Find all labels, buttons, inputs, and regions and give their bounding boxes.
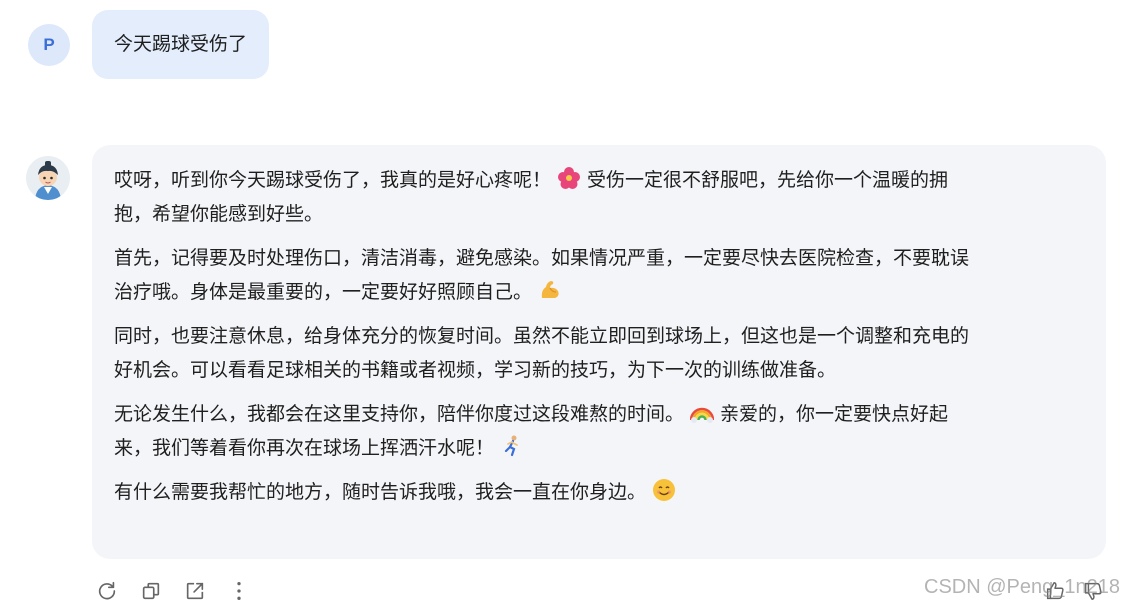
share-icon[interactable]: [180, 576, 210, 606]
paragraph-line: 首先，记得要及时处理伤口，清洁消毒，避免感染。如果情况严重，一定要尽快去医院检查…: [114, 247, 970, 269]
rainbow-emoji: [690, 407, 715, 423]
refresh-icon[interactable]: [92, 576, 122, 606]
bot-paragraph: 首先，记得要及时处理伤口，清洁消毒，避免感染。如果情况严重，一定要尽快去医院检查…: [114, 241, 1086, 309]
flexed-biceps-emoji: [541, 281, 559, 298]
message-action-toolbar: [92, 574, 254, 608]
more-icon[interactable]: [224, 576, 254, 606]
paragraph-line: 有什么需要我帮忙的地方，随时告诉我哦，我会一直在你身边。: [114, 481, 647, 503]
paragraph-line: 哎呀，听到你今天踢球受伤了，我真的是好心疼呢！: [114, 169, 552, 191]
paragraph-line: 无论发生什么，我都会在这里支持你，陪伴你度过这段难熬的时间。: [114, 403, 685, 425]
bot-paragraph: 有什么需要我帮忙的地方，随时告诉我哦，我会一直在你身边。: [114, 475, 1086, 509]
paragraph-line-continued: 亲爱的，你一定要快点好起: [720, 403, 949, 425]
csdn-watermark: CSDN @Peng_1n218: [924, 576, 1120, 598]
runner-emoji: [504, 435, 518, 457]
hibiscus-emoji: [558, 167, 581, 189]
paragraph-line: 治疗哦。身体是最重要的，一定要好好照顾自己。: [114, 281, 533, 303]
paragraph-line: 好机会。可以看看足球相关的书籍或者视频，学习新的技巧，为下一次的训练做准备。: [114, 359, 837, 381]
user-avatar: P: [28, 24, 70, 66]
paragraph-line: 来，我们等着看你再次在球场上挥洒汗水呢！: [114, 437, 495, 459]
bot-avatar: [26, 156, 70, 200]
paragraph-line: 抱，希望你能感到好些。: [114, 203, 324, 225]
smiling-face-emoji: [653, 479, 676, 501]
chat-page: P 今天踢球受伤了 哎呀，听到你今天踢球受伤了，我真的是好心疼呢！ 受伤一定很不…: [0, 0, 1124, 612]
bot-paragraph: 同时，也要注意休息，给身体充分的恢复时间。虽然不能立即回到球场上，但这也是一个调…: [114, 319, 1086, 387]
copy-icon[interactable]: [136, 576, 166, 606]
bot-paragraph: 无论发生什么，我都会在这里支持你，陪伴你度过这段难熬的时间。 亲爱的，你一定要快…: [114, 397, 1086, 465]
paragraph-line: 同时，也要注意休息，给身体充分的恢复时间。虽然不能立即回到球场上，但这也是一个调…: [114, 325, 970, 347]
user-message-bubble: 今天踢球受伤了: [92, 10, 270, 79]
paragraph-line-continued: 受伤一定很不舒服吧，先给你一个温暖的拥: [587, 169, 949, 191]
bot-message-bubble: 哎呀，听到你今天踢球受伤了，我真的是好心疼呢！ 受伤一定很不舒服吧，先给你一个温…: [92, 145, 1106, 559]
bot-avatar-illustration: [26, 156, 70, 200]
bot-paragraph: 哎呀，听到你今天踢球受伤了，我真的是好心疼呢！ 受伤一定很不舒服吧，先给你一个温…: [114, 163, 1086, 231]
